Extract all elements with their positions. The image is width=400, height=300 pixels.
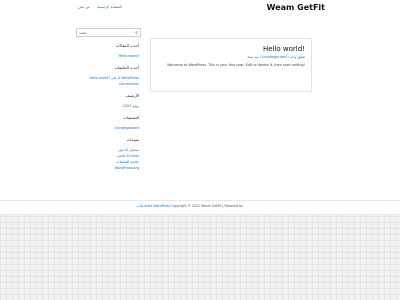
site-title[interactable]: Weam GetFit: [267, 3, 325, 12]
widget-recent-posts: أحدث المقالات Hello world!: [76, 43, 139, 59]
search-icon: ⚲: [135, 30, 138, 35]
widget-title: أحدث المقالات: [115, 43, 139, 48]
footer-copyright: قالب Astra WordPress Copyright © 2021 We…: [137, 204, 244, 208]
search-button[interactable]: بحث: [79, 29, 87, 36]
search-input[interactable]: بحث ⚲: [76, 28, 141, 37]
meta-link-wordpress[interactable]: WordPress.org: [76, 165, 139, 171]
post-card: Hello world! منذ سنة / Uncategorized / ت…: [150, 38, 312, 92]
nav-item-about[interactable]: من نحن: [78, 5, 90, 9]
post-title[interactable]: Hello world!: [263, 45, 305, 53]
widget-recent-comments: أحدث التعليقات Hello world! على A WordPr…: [76, 65, 139, 87]
recent-post-link[interactable]: Hello world!: [76, 53, 139, 59]
widget-title: منوعات: [126, 137, 139, 142]
widget-title: التصنيفات: [123, 115, 139, 120]
site-header: الصفحة الرئيسية من نحن Weam GetFit: [0, 0, 400, 21]
widget-title: أحدث التعليقات: [114, 65, 139, 70]
sidebar: بحث ⚲ أحدث المقالات Hello world! أحدث ال…: [76, 28, 144, 171]
widget-categories: التصنيفات Uncategorized: [76, 115, 139, 131]
top-nav: الصفحة الرئيسية من نحن: [78, 5, 128, 9]
widget-title: الأرشيف: [125, 93, 139, 98]
category-link[interactable]: Uncategorized: [76, 125, 139, 131]
footer-theme-link[interactable]: قالب Astra WordPress: [137, 204, 171, 208]
footer-copyright-text: Copyright © 2021 Weam GetFit | Powered b…: [171, 204, 243, 208]
nav-item-home[interactable]: الصفحة الرئيسية: [97, 5, 122, 9]
recent-comment-link[interactable]: Hello world! على A WordPress Commenter: [76, 75, 139, 87]
widget-meta: منوعات تسجيل الدخول خلاصة Entries خلاصة …: [76, 137, 139, 171]
post-excerpt: Welcome to WordPress. This is your first…: [167, 63, 305, 67]
widget-archives: الأرشيف يونيو 2021: [76, 93, 139, 109]
post-meta[interactable]: منذ سنة / Uncategorized / تعليق واحد: [247, 55, 305, 59]
site-footer: قالب Astra WordPress Copyright © 2021 We…: [0, 200, 400, 215]
archive-link[interactable]: يونيو 2021: [76, 103, 139, 109]
page-content: بحث ⚲ أحدث المقالات Hello world! أحدث ال…: [0, 20, 400, 200]
